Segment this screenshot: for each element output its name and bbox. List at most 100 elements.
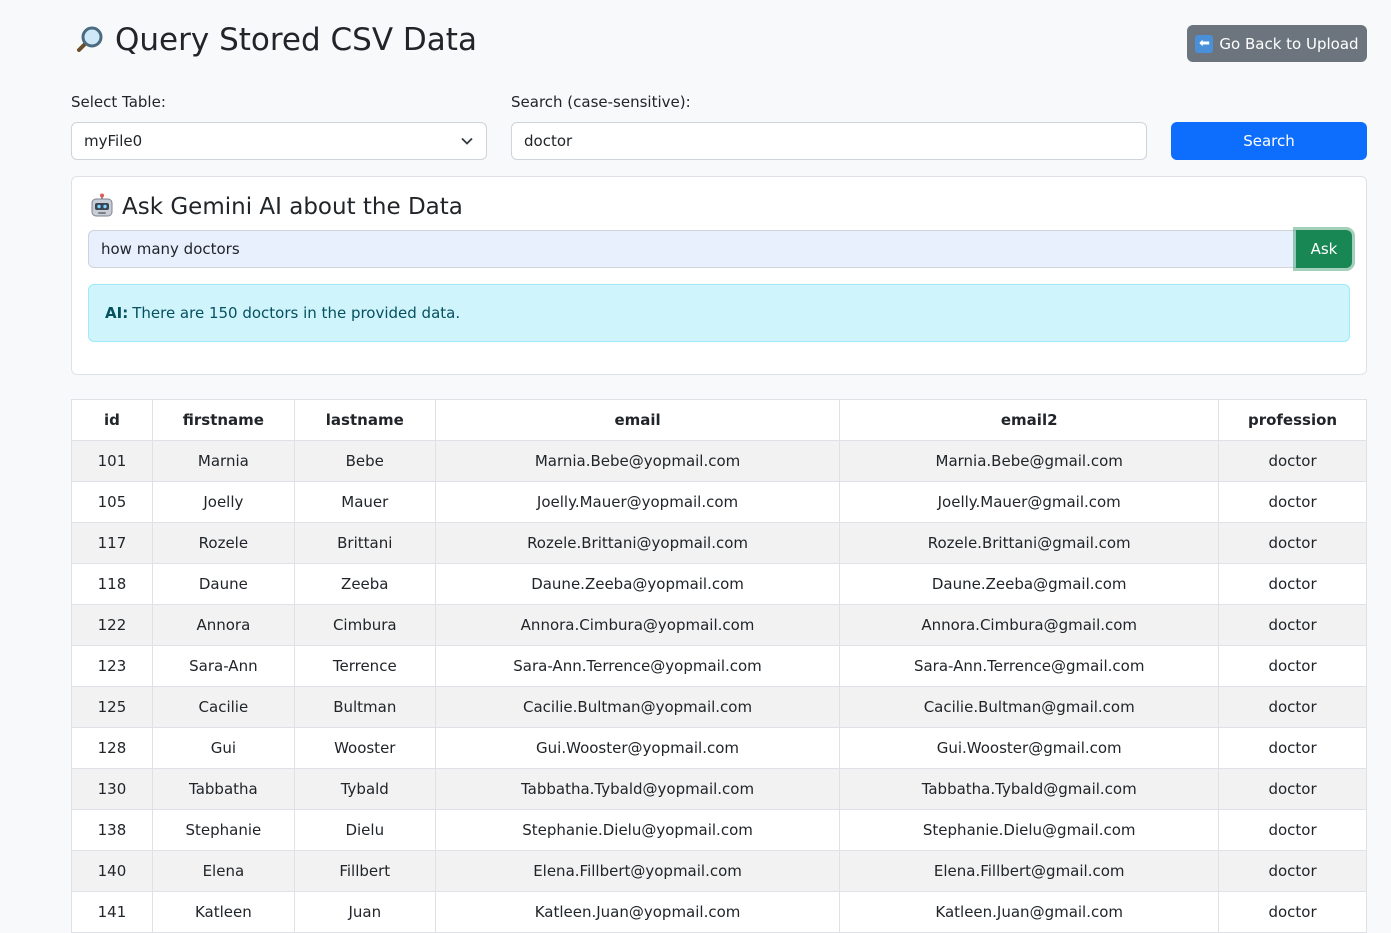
cell-firstname: Rozele xyxy=(151,522,295,564)
column-header-email: email xyxy=(434,399,841,441)
cell-email: Sara-Ann.Terrence@yopmail.com xyxy=(434,645,841,687)
table-row: 101 Marnia Bebe Marnia.Bebe@yopmail.com Marn… xyxy=(71,440,1367,482)
cell-firstname: Annora xyxy=(151,604,295,646)
chevron-down-icon xyxy=(461,137,473,145)
cell-email: Joelly.Mauer@yopmail.com xyxy=(434,481,841,523)
cell-firstname: Cacilie xyxy=(151,686,295,728)
cell-firstname: Elena xyxy=(151,850,295,892)
cell-firstname: Gui xyxy=(151,727,295,769)
page-title-text: Query Stored CSV Data xyxy=(115,22,477,58)
cell-profession: doctor xyxy=(1218,768,1367,810)
search-label: Search (case-sensitive): xyxy=(511,93,691,111)
page-title: Query Stored CSV Data xyxy=(71,18,477,62)
cell-firstname: Tabbatha xyxy=(151,768,295,810)
table-row: 138 Stephanie Dielu Stephanie.Dielu@yopmail… xyxy=(71,809,1367,851)
cell-email: Gui.Wooster@yopmail.com xyxy=(434,727,841,769)
cell-lastname: Bebe xyxy=(293,440,436,482)
cell-lastname: Terrence xyxy=(293,645,436,687)
cell-id: 101 xyxy=(71,440,153,482)
cell-lastname: Mauer xyxy=(293,481,436,523)
cell-firstname: Joelly xyxy=(151,481,295,523)
go-back-to-upload-button[interactable]: ⬅ Go Back to Upload xyxy=(1187,25,1367,62)
cell-email2: Marnia.Bebe@gmail.com xyxy=(839,440,1220,482)
cell-id: 141 xyxy=(71,891,153,933)
ai-card: Ask Gemini AI about the Data Ask AI: The… xyxy=(71,176,1367,375)
cell-id: 118 xyxy=(71,563,153,605)
left-arrow-icon: ⬅ xyxy=(1195,34,1214,53)
cell-id: 140 xyxy=(71,850,153,892)
table-row: 123 Sara-Ann Terrence Sara-Ann.Terrence@yop… xyxy=(71,645,1367,687)
column-header-id: id xyxy=(71,399,153,441)
cell-email2: Rozele.Brittani@gmail.com xyxy=(839,522,1220,564)
cell-lastname: Fillbert xyxy=(293,850,436,892)
ai-question-input[interactable] xyxy=(88,230,1296,268)
cell-email2: Elena.Fillbert@gmail.com xyxy=(839,850,1220,892)
cell-email2: Annora.Cimbura@gmail.com xyxy=(839,604,1220,646)
column-header-lastname: lastname xyxy=(293,399,436,441)
cell-email: Cacilie.Bultman@yopmail.com xyxy=(434,686,841,728)
ai-section-title: Ask Gemini AI about the Data xyxy=(88,191,463,223)
cell-firstname: Stephanie xyxy=(151,809,295,851)
cell-profession: doctor xyxy=(1218,686,1367,728)
cell-lastname: Dielu xyxy=(293,809,436,851)
ai-answer-prefix: AI: xyxy=(105,304,129,322)
cell-profession: doctor xyxy=(1218,645,1367,687)
ask-button[interactable]: Ask xyxy=(1296,230,1352,268)
column-header-firstname: firstname xyxy=(151,399,295,441)
go-back-label: Go Back to Upload xyxy=(1219,34,1359,53)
cell-profession: doctor xyxy=(1218,809,1367,851)
cell-id: 122 xyxy=(71,604,153,646)
cell-profession: doctor xyxy=(1218,440,1367,482)
table-select[interactable]: myFile0 xyxy=(71,122,487,160)
table-row: 128 Gui Wooster Gui.Wooster@yopmail.com Gui.… xyxy=(71,727,1367,769)
table-row: 141 Katleen Juan Katleen.Juan@yopmail.com Ka… xyxy=(71,891,1367,933)
cell-email: Rozele.Brittani@yopmail.com xyxy=(434,522,841,564)
cell-id: 117 xyxy=(71,522,153,564)
cell-profession: doctor xyxy=(1218,522,1367,564)
column-header-profession: profession xyxy=(1218,399,1367,441)
table-header-row: id firstname lastname email email2 profession xyxy=(71,399,1367,441)
table-row: 140 Elena Fillbert Elena.Fillbert@yopmail.c… xyxy=(71,850,1367,892)
search-button[interactable]: Search xyxy=(1171,122,1367,160)
cell-profession: doctor xyxy=(1218,481,1367,523)
table-row: 118 Daune Zeeba Daune.Zeeba@yopmail.com Daun… xyxy=(71,563,1367,605)
cell-id: 130 xyxy=(71,768,153,810)
cell-email2: Daune.Zeeba@gmail.com xyxy=(839,563,1220,605)
robot-icon xyxy=(91,193,113,217)
cell-profession: doctor xyxy=(1218,604,1367,646)
column-header-email2: email2 xyxy=(839,399,1220,441)
cell-email2: Sara-Ann.Terrence@gmail.com xyxy=(839,645,1220,687)
cell-firstname: Marnia xyxy=(151,440,295,482)
cell-firstname: Daune xyxy=(151,563,295,605)
cell-id: 138 xyxy=(71,809,153,851)
cell-email2: Cacilie.Bultman@gmail.com xyxy=(839,686,1220,728)
cell-email2: Tabbatha.Tybald@gmail.com xyxy=(839,768,1220,810)
cell-lastname: Cimbura xyxy=(293,604,436,646)
cell-id: 125 xyxy=(71,686,153,728)
table-row: 125 Cacilie Bultman Cacilie.Bultman@yopmail… xyxy=(71,686,1367,728)
table-row: 117 Rozele Brittani Rozele.Brittani@yopmail… xyxy=(71,522,1367,564)
search-input[interactable] xyxy=(511,122,1147,160)
results-table: id firstname lastname email email2 profession… xyxy=(71,399,1367,933)
cell-lastname: Zeeba xyxy=(293,563,436,605)
cell-firstname: Katleen xyxy=(151,891,295,933)
cell-email: Annora.Cimbura@yopmail.com xyxy=(434,604,841,646)
cell-email: Marnia.Bebe@yopmail.com xyxy=(434,440,841,482)
cell-lastname: Juan xyxy=(293,891,436,933)
cell-email2: Gui.Wooster@gmail.com xyxy=(839,727,1220,769)
table-row: 130 Tabbatha Tybald Tabbatha.Tybald@yopmail… xyxy=(71,768,1367,810)
cell-email: Katleen.Juan@yopmail.com xyxy=(434,891,841,933)
cell-profession: doctor xyxy=(1218,563,1367,605)
cell-profession: doctor xyxy=(1218,850,1367,892)
cell-lastname: Bultman xyxy=(293,686,436,728)
table-row: 122 Annora Cimbura Annora.Cimbura@yopmail.c… xyxy=(71,604,1367,646)
table-body: 101 Marnia Bebe Marnia.Bebe@yopmail.com Marn… xyxy=(71,440,1367,933)
select-table-label: Select Table: xyxy=(71,93,166,111)
magnifier-icon xyxy=(77,26,103,52)
cell-email2: Joelly.Mauer@gmail.com xyxy=(839,481,1220,523)
cell-email2: Stephanie.Dielu@gmail.com xyxy=(839,809,1220,851)
cell-email2: Katleen.Juan@gmail.com xyxy=(839,891,1220,933)
cell-email: Tabbatha.Tybald@yopmail.com xyxy=(434,768,841,810)
cell-id: 128 xyxy=(71,727,153,769)
cell-email: Daune.Zeeba@yopmail.com xyxy=(434,563,841,605)
